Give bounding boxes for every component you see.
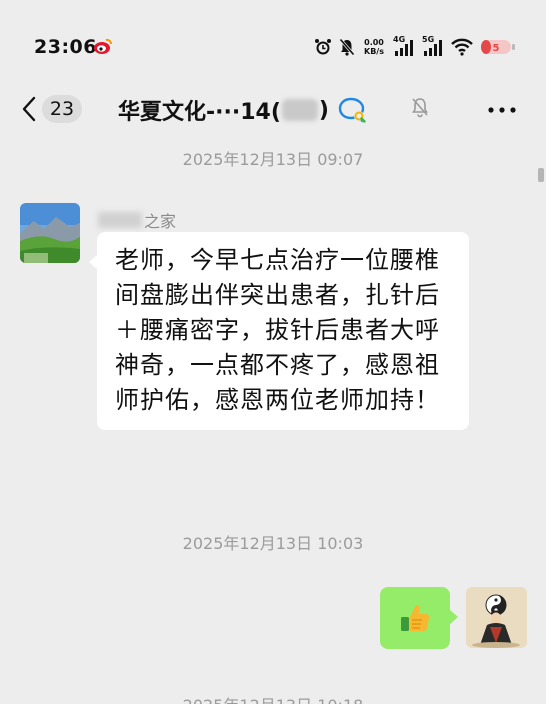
wifi-icon	[451, 38, 473, 56]
net-speed-unit: KB/s	[364, 47, 384, 56]
more-options-button[interactable]	[488, 97, 516, 117]
message-bubble-sent[interactable]	[380, 587, 458, 649]
mute-icon	[339, 38, 355, 56]
status-icons: 0.00 KB/s 4G 5G 5	[314, 34, 516, 60]
net-speed-value: 0.00	[364, 38, 384, 47]
net-speed: 0.00 KB/s	[362, 38, 386, 56]
battery-level: 5	[493, 43, 500, 54]
message-bubble-received[interactable]: 老师，今早七点治疗一位腰椎间盘膨出伴突出患者，扎针后＋腰痛密字，拔针后患者大呼神…	[89, 232, 469, 430]
scrollbar[interactable]	[538, 168, 544, 182]
chevron-left-icon	[22, 96, 36, 122]
sim2-signal: 5G	[422, 35, 444, 56]
chat-title-text: 华夏文化-···14(	[118, 100, 281, 125]
redacted-area	[98, 212, 142, 228]
signal-icon	[395, 40, 413, 56]
mute-notifications-icon[interactable]	[410, 96, 430, 118]
chat-screen: 23:06 0.00 KB/s 4G 5G 5 23 华夏文化-···14()…	[0, 0, 546, 704]
alarm-icon	[315, 39, 331, 55]
chat-title[interactable]: 华夏文化-···14( )	[118, 94, 367, 126]
chat-header: 23 华夏文化-···14( )	[0, 80, 546, 136]
unread-count-badge: 23	[42, 95, 82, 123]
weibo-icon	[94, 38, 112, 54]
sim1-signal: 4G	[393, 35, 415, 56]
message-timestamp: 2025年12月13日 10:03	[182, 534, 364, 553]
own-avatar[interactable]	[466, 587, 527, 648]
status-time: 23:06	[34, 36, 97, 58]
more-icon	[488, 107, 516, 113]
sender-name-text: 之家	[144, 212, 177, 231]
sender-name: 之家	[98, 208, 176, 232]
battery-icon: 5	[481, 40, 515, 54]
sender-avatar[interactable]	[20, 203, 80, 263]
chat-title-suffix: )	[318, 97, 329, 123]
search-chat-icon[interactable]	[337, 96, 367, 124]
message-timestamp: 2025年12月13日 10:18	[0, 692, 546, 704]
taoist-figure-avatar-image	[466, 587, 527, 648]
back-button[interactable]: 23	[22, 94, 96, 124]
message-timestamp: 2025年12月13日 09:07	[182, 150, 364, 169]
redacted-area	[281, 99, 318, 121]
landscape-avatar-image	[20, 203, 80, 263]
status-bar: 23:06 0.00 KB/s 4G 5G 5	[0, 0, 546, 92]
signal-icon	[424, 40, 442, 56]
header-actions	[410, 96, 516, 118]
thumbs-up-icon	[401, 605, 430, 631]
